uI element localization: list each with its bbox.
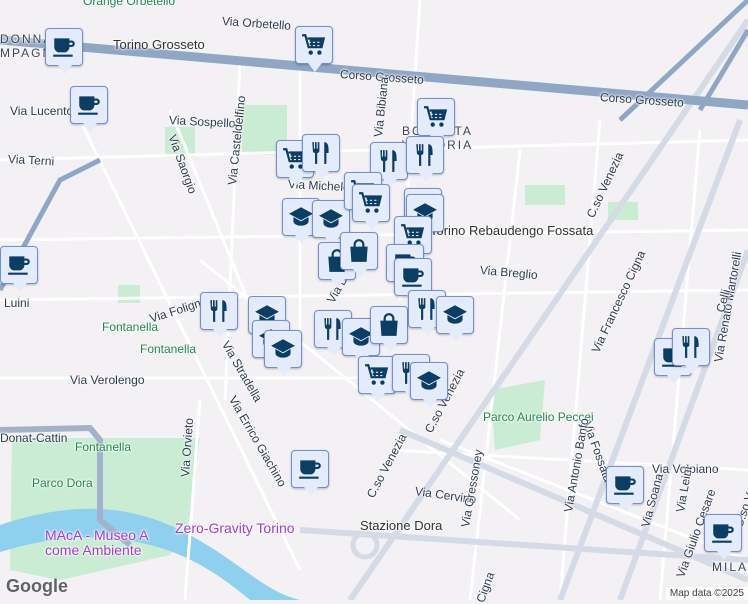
- map-attribution[interactable]: Map data ©2025: [665, 587, 748, 600]
- restaurant-icon: [206, 298, 232, 324]
- coffee-cup-icon: [710, 520, 736, 546]
- shopping-cart-icon: [301, 32, 327, 58]
- map-marker-coffee-cup[interactable]: [704, 514, 742, 560]
- coffee-cup-icon: [76, 92, 102, 118]
- restaurant-icon: [678, 334, 704, 360]
- map-marker-coffee-cup[interactable]: [0, 246, 38, 292]
- map-label-via-luini[interactable]: Luini: [4, 296, 29, 310]
- map-marker-school[interactable]: [436, 296, 474, 342]
- map-marker-shopping-bag[interactable]: [340, 232, 378, 278]
- map-label-via-terni[interactable]: Via Terni: [8, 152, 55, 168]
- map-marker-restaurant[interactable]: [406, 136, 444, 182]
- coffee-cup-icon: [51, 34, 77, 60]
- map-marker-shopping-cart[interactable]: [352, 184, 390, 230]
- school-icon: [416, 368, 442, 394]
- shopping-cart-icon: [423, 104, 449, 130]
- map-label-macа[interactable]: MAcA - Museo A come Ambiente: [45, 528, 170, 558]
- coffee-cup-icon: [297, 456, 323, 482]
- map-marker-shopping-bag[interactable]: [370, 306, 408, 352]
- restaurant-icon: [308, 140, 334, 166]
- map-marker-coffee-cup[interactable]: [291, 450, 329, 496]
- coffee-cup-icon: [612, 472, 638, 498]
- map-label-milano[interactable]: MILAN: [712, 560, 748, 574]
- map-label-fontanella-1[interactable]: Fontanella: [102, 320, 158, 334]
- map-label-zero-gravity[interactable]: Zero-Gravity Torino: [175, 520, 295, 536]
- restaurant-icon: [376, 148, 402, 174]
- map-canvas[interactable]: [0, 0, 748, 600]
- map-marker-restaurant[interactable]: [672, 328, 710, 374]
- coffee-cup-icon: [6, 252, 32, 278]
- map-marker-restaurant[interactable]: [200, 292, 238, 338]
- map-label-via-lucento[interactable]: Via Lucento: [10, 104, 73, 118]
- map-label-stazione-dora[interactable]: Stazione Dora: [360, 518, 442, 533]
- map-label-parco-dora[interactable]: Parco Dora: [32, 476, 93, 490]
- map-marker-coffee-cup[interactable]: [45, 28, 83, 74]
- map-label-via-verolengo[interactable]: Via Verolengo: [70, 373, 145, 387]
- map-label-torino-rebaudengo[interactable]: Torino Rebaudengo Fossata: [430, 223, 593, 238]
- map-label-torino-grosseto[interactable]: Torino Grosseto: [113, 37, 205, 52]
- school-icon: [318, 206, 344, 232]
- map-label-fontanella-2[interactable]: Fontanella: [140, 342, 196, 356]
- map-label-donat-cattin[interactable]: Donat-Cattin: [0, 431, 67, 445]
- google-logo: Google: [6, 576, 68, 596]
- map-label-orange-orbetello[interactable]: Orange Orbetello: [83, 0, 175, 8]
- map-marker-school[interactable]: [410, 362, 448, 408]
- map-marker-coffee-cup[interactable]: [70, 86, 108, 132]
- map-marker-shopping-cart[interactable]: [358, 356, 396, 402]
- school-icon: [442, 302, 468, 328]
- shopping-bag-icon: [376, 312, 402, 338]
- map-marker-coffee-cup[interactable]: [606, 466, 644, 512]
- map-marker-school[interactable]: [264, 330, 302, 376]
- map-marker-shopping-cart[interactable]: [417, 98, 455, 144]
- coffee-cup-icon: [400, 264, 426, 290]
- shopping-cart-icon: [358, 190, 384, 216]
- shopping-bag-icon: [346, 238, 372, 264]
- restaurant-icon: [412, 142, 438, 168]
- school-icon: [288, 204, 314, 230]
- map-marker-shopping-cart[interactable]: [295, 26, 333, 72]
- school-icon: [270, 336, 296, 362]
- shopping-cart-icon: [364, 362, 390, 388]
- map-label-fontanella-3[interactable]: Fontanella: [75, 440, 131, 454]
- map-marker-restaurant[interactable]: [302, 134, 340, 180]
